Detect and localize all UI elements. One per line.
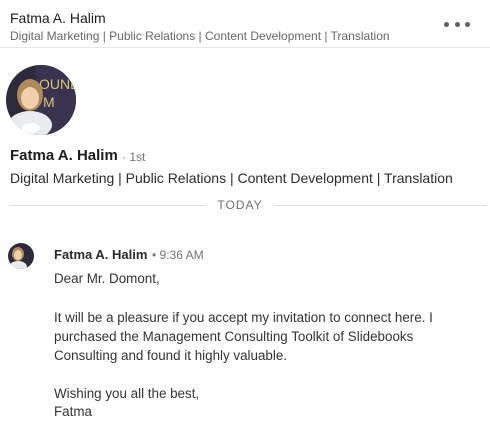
message-sender-name[interactable]: Fatma A. Halim [54,247,147,262]
message-text-line: Dear Mr. Domont, [54,271,160,286]
profile-photo[interactable]: OUNE M [6,65,76,135]
message-sender-avatar[interactable] [8,243,34,269]
more-options-icon[interactable] [444,16,470,32]
connection-degree: · 1st [122,150,146,164]
message-text-line: Consulting and found it highly valuable. [54,348,288,363]
message-text-line: Fatma [54,404,92,419]
dot-icon [444,21,449,27]
message-text-line: Wishing you all the best, [54,386,200,401]
header-contact-headline: Digital Marketing | Public Relations | C… [10,29,390,43]
dot-icon [454,21,460,27]
message-text-line: purchased the Management Consulting Tool… [54,329,414,344]
photo-background-text: OUNE [39,76,76,92]
conversation-header: Fatma A. Halim Digital Marketing | Publi… [0,0,490,48]
message-text-line: It will be a pleasure if you accept my i… [54,310,433,325]
profile-headline: Digital Marketing | Public Relations | C… [10,170,453,186]
date-divider-line [275,205,487,206]
date-divider-line [10,205,205,206]
header-contact-name[interactable]: Fatma A. Halim [10,10,106,26]
message-timestamp: • 9:36 AM [152,248,204,262]
profile-photo-image: OUNE M [6,65,76,135]
avatar-image [8,243,34,269]
profile-name[interactable]: Fatma A. Halim [10,147,118,164]
photo-background-text: M [43,94,55,110]
date-divider-label: TODAY [217,198,263,212]
dot-icon [465,21,470,27]
